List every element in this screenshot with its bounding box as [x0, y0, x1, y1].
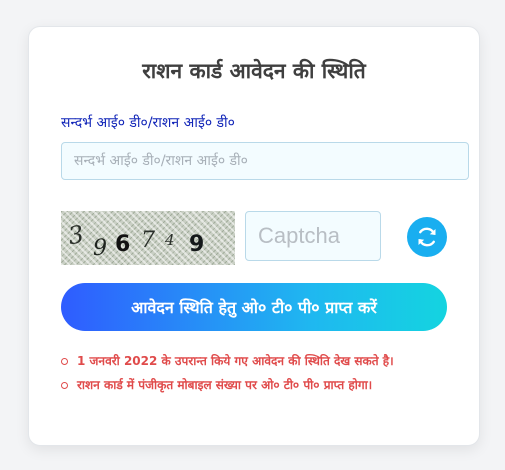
get-otp-button[interactable]: आवेदन स्थिति हेतु ओ० टी० पी० प्राप्त करे…: [61, 283, 447, 331]
captcha-image: 3 9 6 7 4 9: [61, 211, 235, 265]
captcha-input[interactable]: [245, 211, 381, 261]
refresh-captcha-button[interactable]: [407, 217, 447, 257]
captcha-char-3: 6: [115, 232, 130, 257]
status-card: राशन कार्ड आवेदन की स्थिति सन्दर्भ आई० ड…: [28, 26, 480, 446]
notes-list: 1 जनवरी 2022 के उपरान्त किये गए आवेदन की…: [61, 349, 394, 397]
page-title: राशन कार्ड आवेदन की स्थिति: [142, 59, 366, 83]
bullet-icon: [61, 358, 68, 365]
reference-id-label: सन्दर्भ आई० डी०/राशन आई० डी०: [61, 115, 235, 131]
note-item: राशन कार्ड में पंजीकृत मोबाइल संख्या पर …: [61, 373, 394, 397]
captcha-char-5: 4: [164, 231, 175, 249]
captcha-char-4: 7: [141, 228, 155, 253]
refresh-icon: [418, 227, 436, 247]
captcha-char-1: 3: [66, 220, 86, 250]
captcha-char-2: 9: [93, 236, 107, 261]
captcha-char-6: 9: [189, 232, 204, 257]
reference-id-input[interactable]: [61, 142, 469, 180]
captcha-glyphs: 3 9 6 7 4 9: [66, 220, 204, 261]
note-text: 1 जनवरी 2022 के उपरान्त किये गए आवेदन की…: [77, 354, 394, 368]
bullet-icon: [61, 382, 68, 389]
note-item: 1 जनवरी 2022 के उपरान्त किये गए आवेदन की…: [61, 349, 394, 373]
note-text: राशन कार्ड में पंजीकृत मोबाइल संख्या पर …: [77, 378, 373, 392]
